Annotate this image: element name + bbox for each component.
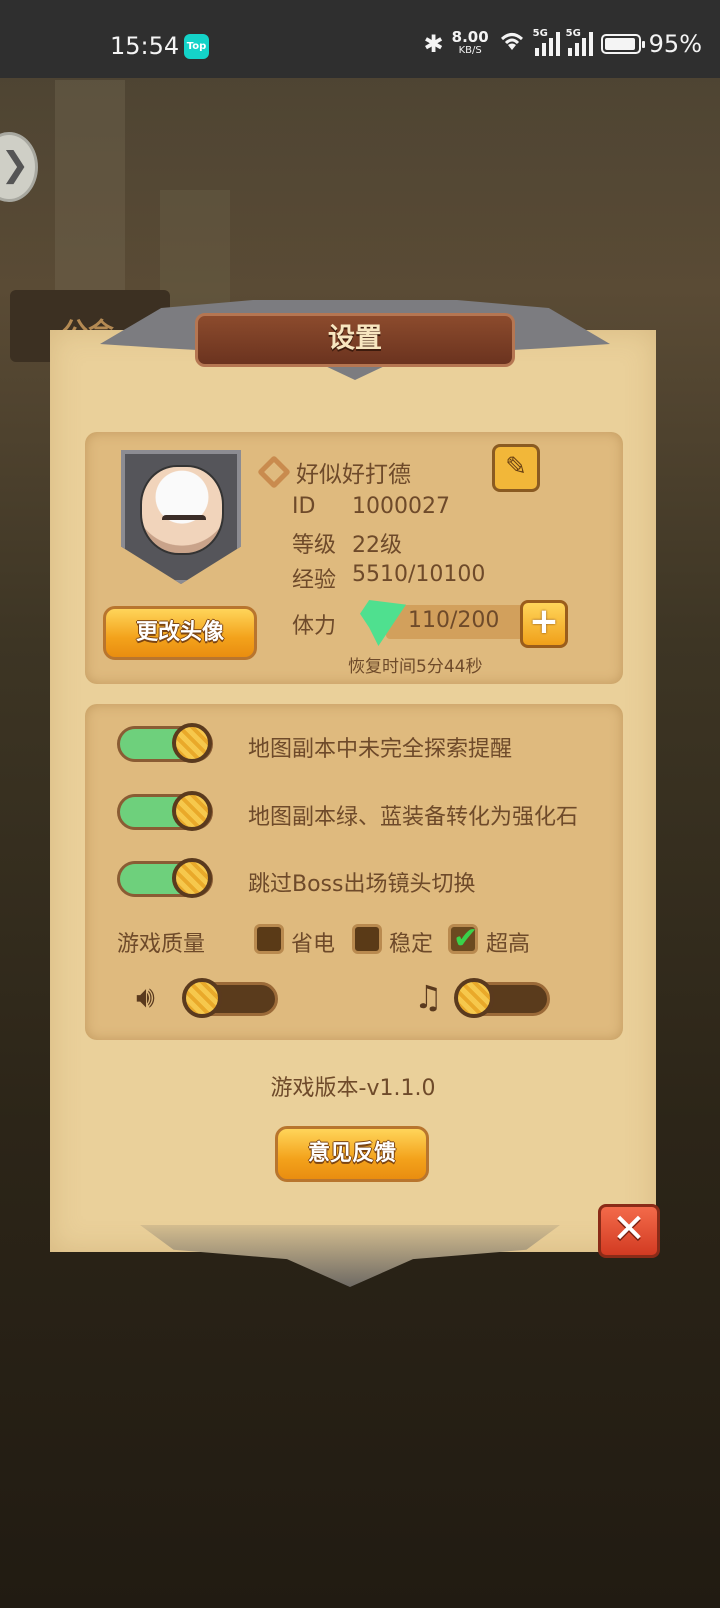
battery-icon <box>600 34 645 54</box>
edit-icon: ✎ <box>505 452 527 482</box>
status-time: 15:54 <box>110 32 180 60</box>
game-version: 游戏版本-v1.1.0 <box>270 1076 436 1101</box>
network-speed-unit: KB/S <box>458 45 482 56</box>
quality-power-saving-label: 省电 <box>291 932 336 957</box>
sim2-label: 5G <box>565 28 581 39</box>
level-value: 22级 <box>352 533 402 558</box>
avatar <box>140 465 224 555</box>
feedback-button[interactable]: 意见反馈 <box>275 1126 429 1182</box>
quality-stable-label: 稳定 <box>389 932 434 957</box>
music-icon: ♫ <box>414 978 443 1016</box>
id-value: 1000027 <box>352 494 450 519</box>
stamina-value: 110/200 <box>408 608 500 633</box>
close-icon: ✕ <box>612 1206 646 1252</box>
side-expand-button[interactable]: ❯ <box>0 132 38 202</box>
checkmark-icon: ✔ <box>453 921 479 956</box>
edit-name-button[interactable]: ✎ <box>492 444 540 492</box>
close-button[interactable]: ✕ <box>598 1204 660 1258</box>
quality-power-saving-checkbox[interactable] <box>254 924 284 954</box>
background-pillar <box>160 190 230 310</box>
option-skip-boss-label: 跳过Boss出场镜头切换 <box>248 872 476 897</box>
player-name-row: 好似好打德 <box>257 455 411 489</box>
speaker-icon: 🔊︎ <box>136 980 155 1015</box>
network-speed: 8.00 KB/S <box>452 30 489 58</box>
signal-icon-sim2: 5G <box>566 28 593 56</box>
toggle-knob[interactable] <box>172 723 212 763</box>
toggle-knob[interactable] <box>172 858 212 898</box>
wifi-icon <box>497 30 527 58</box>
status-indicators: ✱ 8.00 KB/S 5G 5G 95% <box>423 28 702 58</box>
level-label: 等级 <box>292 533 337 558</box>
battery-percent: 95% <box>648 30 702 58</box>
rank-icon <box>257 455 291 489</box>
id-label: ID <box>292 494 316 519</box>
exp-value: 5510/10100 <box>352 562 486 587</box>
sim1-label: 5G <box>532 28 548 39</box>
option-convert-equipment-label: 地图副本绿、蓝装备转化为强化石 <box>248 805 579 830</box>
option-explore-reminder-label: 地图副本中未完全探索提醒 <box>248 737 513 762</box>
quality-ultra-checkbox[interactable]: ✔ <box>448 921 479 956</box>
quality-ultra-label: 超高 <box>486 932 531 957</box>
quality-stable-checkbox[interactable] <box>352 924 382 954</box>
dialog-bottom-ornament <box>140 1225 560 1287</box>
add-stamina-button[interactable]: + <box>520 600 568 648</box>
app-notification-icon: Top <box>184 34 209 59</box>
status-bar: 15:54 Top ✱ 8.00 KB/S 5G 5G 95% <box>0 0 720 78</box>
bluetooth-icon: ✱ <box>423 30 444 58</box>
player-name: 好似好打德 <box>296 462 411 488</box>
stamina-label: 体力 <box>292 614 337 639</box>
sound-slider-knob[interactable] <box>182 978 222 1018</box>
exp-label: 经验 <box>292 568 337 593</box>
stamina-recover-time: 恢复时间5分44秒 <box>348 657 483 677</box>
quality-label: 游戏质量 <box>117 932 206 957</box>
change-avatar-button[interactable]: 更改头像 <box>103 606 257 660</box>
toggle-knob[interactable] <box>172 791 212 831</box>
signal-icon-sim1: 5G <box>533 28 560 56</box>
music-slider-knob[interactable] <box>454 978 494 1018</box>
dialog-title: 设置 <box>195 313 515 367</box>
plus-icon: + <box>528 601 560 642</box>
